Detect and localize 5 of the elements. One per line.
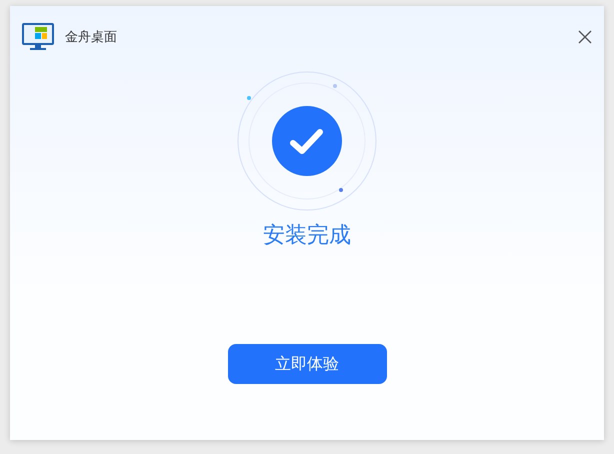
monitor-icon	[22, 23, 54, 51]
window-title: 金舟桌面	[65, 29, 118, 46]
start-button[interactable]: 立即体验	[228, 344, 386, 384]
status-message: 安装完成	[263, 222, 351, 250]
close-button[interactable]	[578, 30, 592, 44]
